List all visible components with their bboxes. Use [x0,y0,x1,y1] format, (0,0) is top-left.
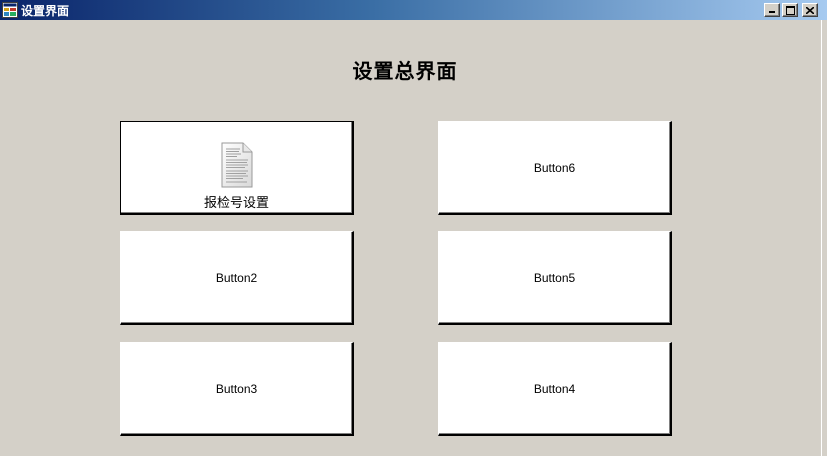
button6-label: Button6 [533,160,576,175]
close-icon [806,6,814,14]
minimize-button[interactable] [764,3,780,17]
inspection-number-settings-label: 报检号设置 [203,196,269,211]
settings-window: 设置界面 设置总界面 报检号设置 Button2 Button3 Button6… [0,0,827,456]
button2-label: Button2 [215,270,258,285]
app-icon[interactable] [2,2,18,18]
page-title: 设置总界面 [352,59,458,83]
button5-label: Button5 [533,270,576,285]
button3[interactable]: Button3 [120,342,354,436]
maximize-button[interactable] [782,3,798,17]
button2[interactable]: Button2 [120,231,354,325]
minimize-icon [769,11,775,13]
form-border-outer [822,20,827,456]
close-button[interactable] [802,3,818,17]
button5[interactable]: Button5 [438,231,672,325]
inspection-number-settings-button[interactable]: 报检号设置 [120,121,354,215]
button6[interactable]: Button6 [438,121,672,215]
window-title: 设置界面 [21,3,70,18]
button3-label: Button3 [215,381,258,396]
caption-buttons [764,3,818,17]
document-icon [221,142,252,188]
title-bar[interactable]: 设置界面 [0,0,827,20]
button4[interactable]: Button4 [438,342,672,436]
maximize-icon [785,5,795,15]
button4-label: Button4 [533,381,576,396]
